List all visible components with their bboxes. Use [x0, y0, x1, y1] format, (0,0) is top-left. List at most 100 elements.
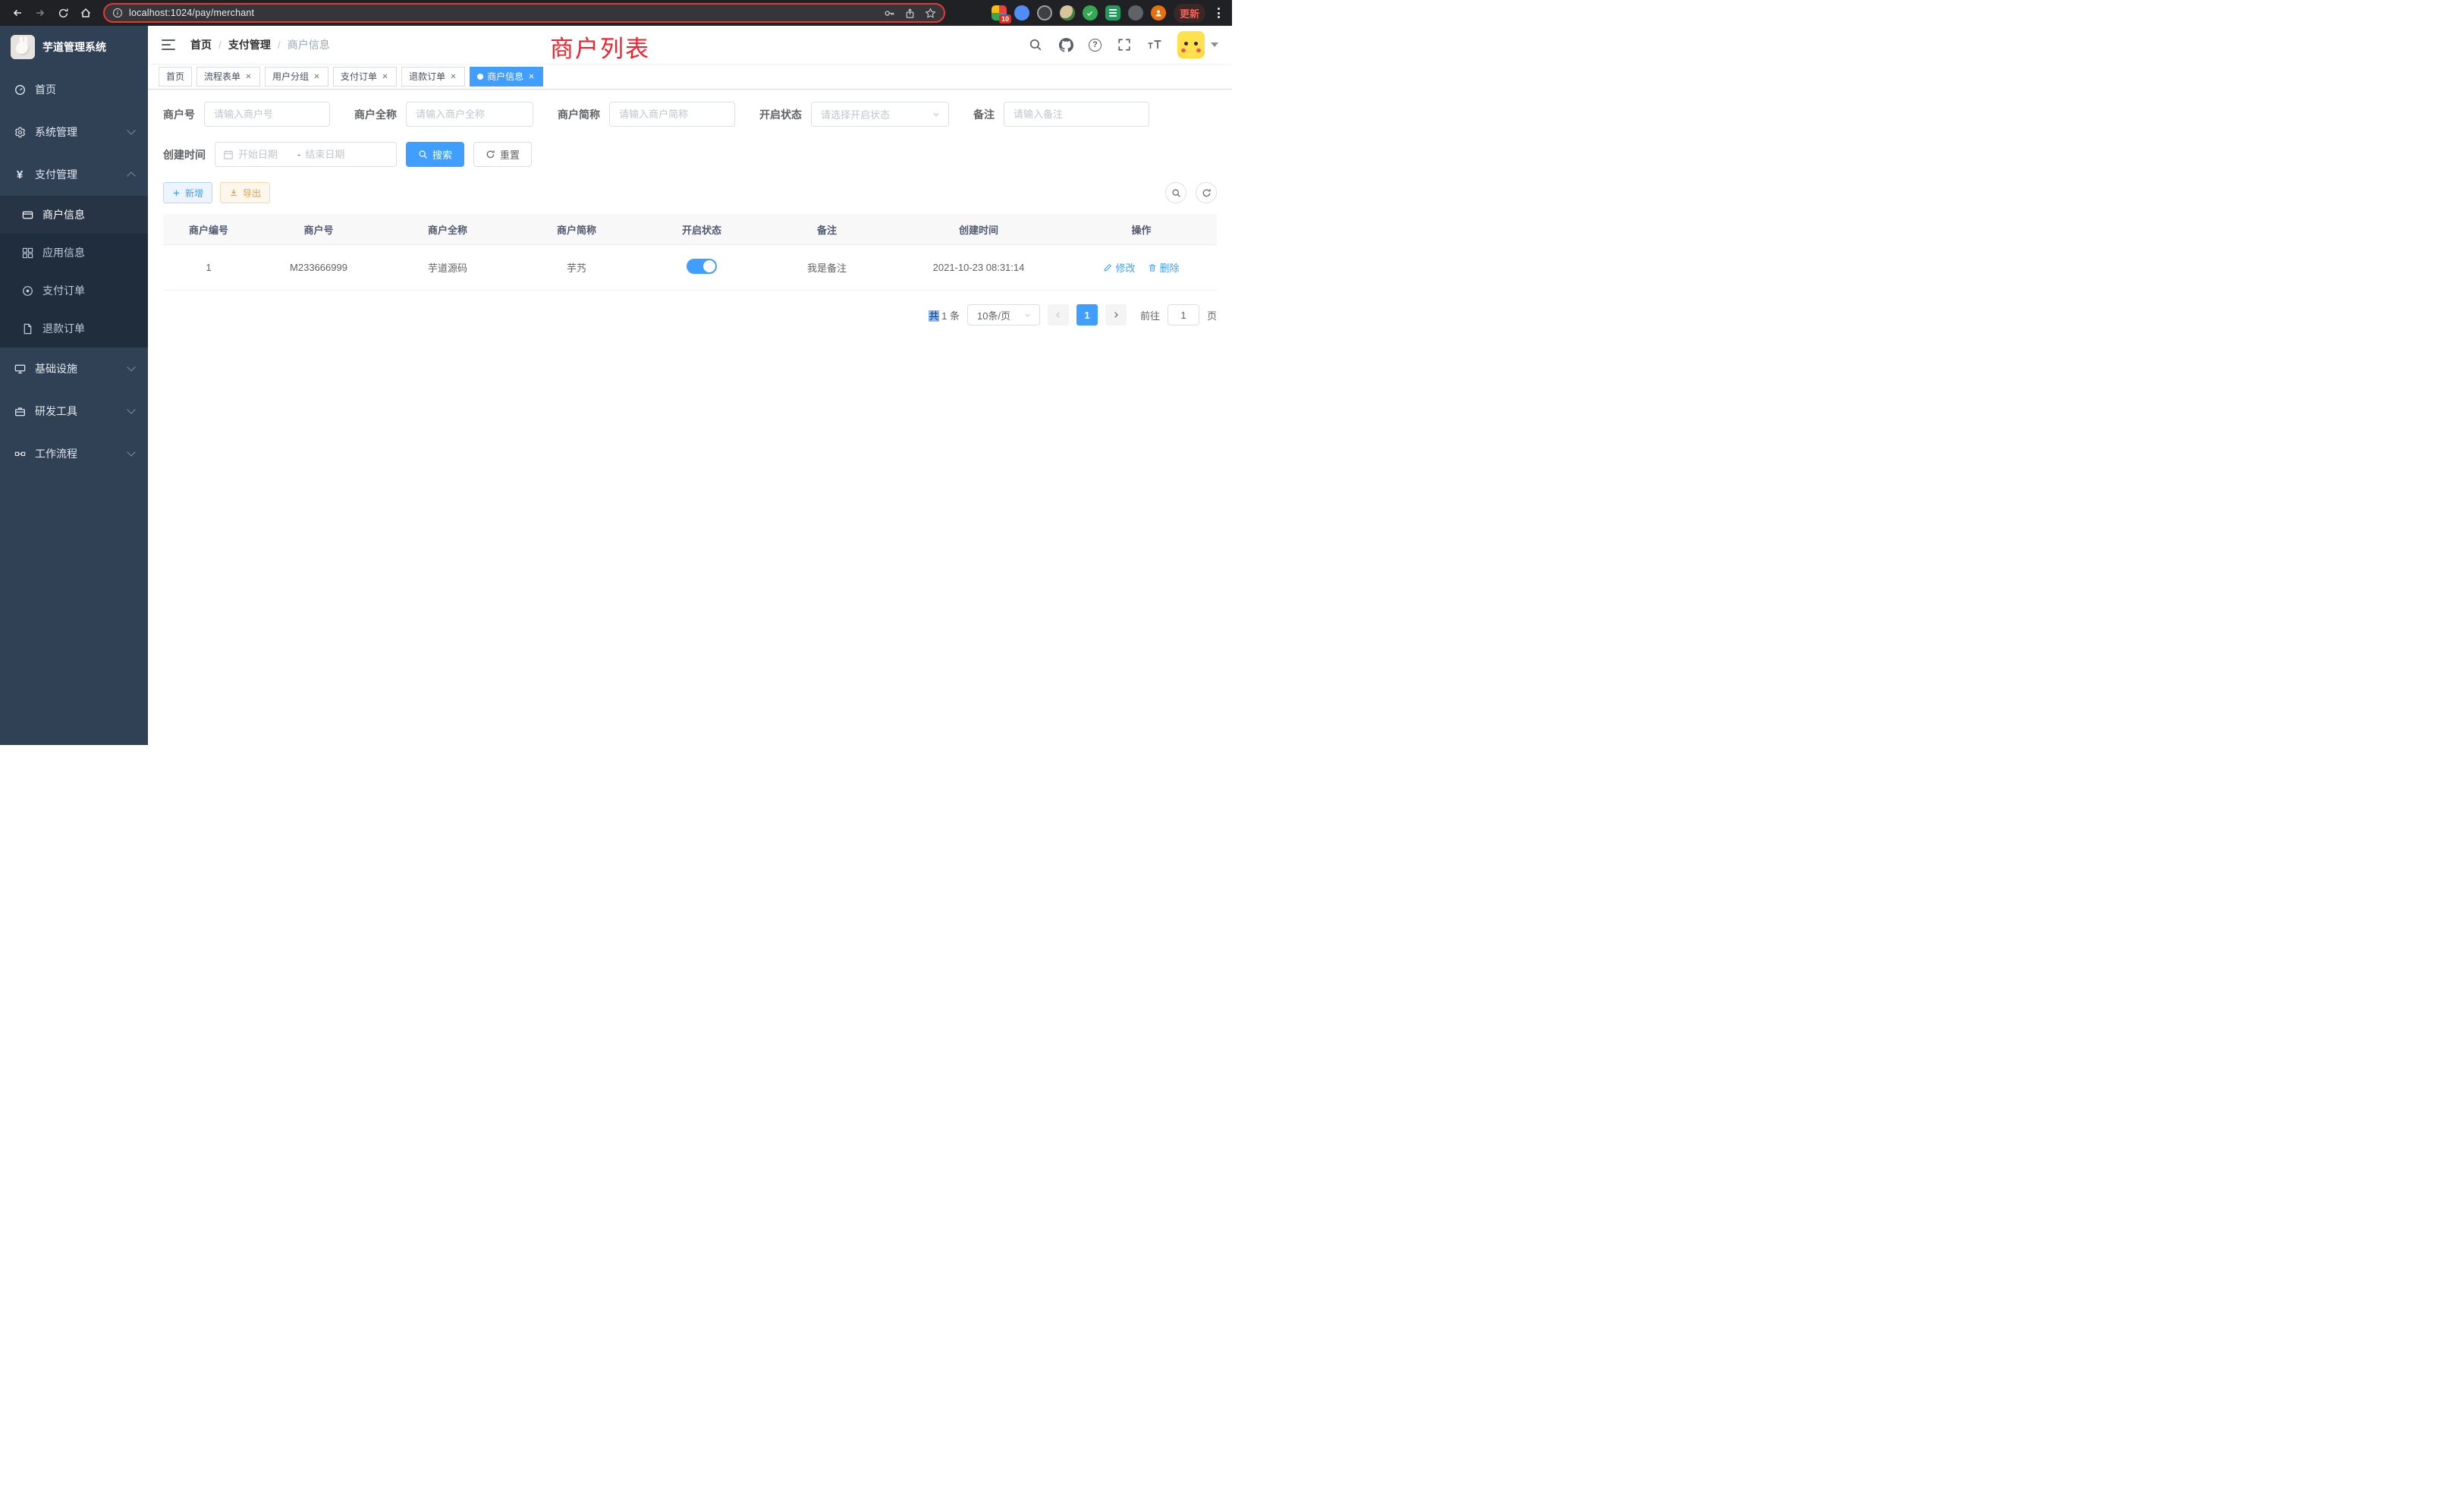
tab-merchant-info[interactable]: 商户信息 — [470, 67, 543, 86]
calendar-icon — [223, 149, 234, 160]
browser-update-button[interactable]: 更新 — [1174, 4, 1205, 23]
extension-colors-icon[interactable]: 10 — [992, 5, 1007, 20]
chevron-down-icon — [127, 363, 135, 371]
close-icon[interactable] — [313, 72, 321, 80]
page-size-select[interactable]: 10条/页 — [967, 304, 1040, 325]
toggle-search-button[interactable] — [1165, 182, 1186, 203]
sidebar-item-label: 支付管理 — [35, 167, 77, 182]
next-page-button[interactable] — [1105, 304, 1127, 325]
col-header: 开启状态 — [641, 214, 762, 244]
delete-link[interactable]: 删除 — [1148, 260, 1180, 275]
tab-pay-order[interactable]: 支付订单 — [333, 67, 397, 86]
refresh-icon — [1202, 188, 1212, 198]
fullscreen-icon[interactable] — [1117, 37, 1132, 52]
sidebar-item-label: 商户信息 — [42, 207, 85, 222]
close-icon[interactable] — [381, 72, 389, 80]
tab-flow-form[interactable]: 流程表单 — [196, 67, 260, 86]
bookmark-star-icon[interactable] — [925, 8, 936, 19]
sidebar-item-app[interactable]: 应用信息 — [0, 234, 148, 272]
sidebar-item-dev[interactable]: 研发工具 — [0, 390, 148, 432]
breadcrumb-separator: / — [278, 39, 281, 51]
export-button[interactable]: 导出 — [220, 182, 270, 203]
close-icon[interactable] — [527, 72, 536, 80]
goto-page-input[interactable] — [1168, 304, 1199, 325]
address-bar[interactable]: localhost:1024/pay/merchant — [103, 3, 945, 23]
tab-home[interactable]: 首页 — [159, 67, 192, 86]
monitor-icon — [14, 363, 26, 375]
status-toggle[interactable] — [687, 259, 717, 274]
browser-menu-icon[interactable] — [1213, 5, 1224, 21]
breadcrumb-pay[interactable]: 支付管理 — [228, 37, 271, 52]
sidebar-item-home[interactable]: 首页 — [0, 68, 148, 111]
sidebar-item-refund[interactable]: 退款订单 — [0, 310, 148, 347]
close-icon[interactable] — [449, 72, 457, 80]
back-button[interactable] — [8, 3, 27, 23]
remark-input[interactable] — [1004, 102, 1149, 127]
tab-label: 流程表单 — [204, 70, 240, 83]
hamburger-icon[interactable] — [162, 36, 178, 53]
sidebar-item-infra[interactable]: 基础设施 — [0, 347, 148, 390]
date-separator: - — [297, 149, 300, 160]
cell-short-name: 芋艿 — [512, 260, 641, 275]
extension-avatar-icon[interactable] — [1060, 5, 1075, 20]
reload-button[interactable] — [53, 3, 73, 23]
delete-icon — [1148, 263, 1157, 272]
extension-dark-icon[interactable] — [1037, 5, 1052, 20]
extension-drop-icon[interactable] — [1014, 5, 1029, 20]
sidebar-item-workflow[interactable]: 工作流程 — [0, 432, 148, 475]
search-button[interactable]: 搜索 — [406, 142, 464, 167]
screen: localhost:1024/pay/merchant 10 — [0, 0, 1232, 745]
close-icon[interactable] — [244, 72, 253, 80]
sidebar-item-pay[interactable]: ¥ 支付管理 — [0, 153, 148, 196]
col-header: 操作 — [1066, 214, 1217, 244]
sidebar-submenu-pay: 商户信息 应用信息 支付订单 — [0, 196, 148, 347]
cell-create-time: 2021-10-23 08:31:14 — [891, 262, 1066, 273]
user-avatar[interactable] — [1177, 31, 1218, 58]
sidebar-item-merchant[interactable]: 商户信息 — [0, 196, 148, 234]
github-icon[interactable] — [1058, 37, 1073, 52]
top-navbar: 首页 / 支付管理 / 商户信息 商户列表 ? — [148, 26, 1232, 64]
short-name-input[interactable] — [609, 102, 735, 127]
search-icon — [1171, 188, 1181, 198]
search-icon[interactable] — [1028, 37, 1043, 52]
extension-note-icon[interactable] — [1105, 5, 1120, 20]
help-icon[interactable]: ? — [1089, 39, 1102, 52]
col-header: 商户全称 — [383, 214, 512, 244]
create-time-label: 创建时间 — [163, 147, 206, 162]
edit-link[interactable]: 修改 — [1103, 260, 1135, 275]
forward-button[interactable] — [30, 3, 50, 23]
document-icon — [21, 322, 33, 335]
date-end-input[interactable] — [305, 149, 360, 160]
breadcrumb-home[interactable]: 首页 — [190, 37, 212, 52]
page-number-button[interactable]: 1 — [1076, 304, 1098, 325]
status-select[interactable]: 请选择开启状态 — [811, 102, 949, 127]
annotation-text: 商户列表 — [550, 30, 650, 64]
date-start-input[interactable] — [238, 149, 293, 160]
sidebar-item-order[interactable]: 支付订单 — [0, 272, 148, 310]
home-button[interactable] — [76, 3, 96, 23]
add-button[interactable]: 新增 — [163, 182, 212, 203]
app-title: 芋道管理系统 — [42, 39, 106, 55]
breadcrumb-current: 商户信息 — [288, 37, 330, 52]
home-icon — [80, 7, 92, 19]
extension-check-icon[interactable] — [1083, 5, 1098, 20]
create-time-range-picker[interactable]: - — [215, 142, 397, 167]
tab-refund-order[interactable]: 退款订单 — [401, 67, 465, 86]
reset-button[interactable]: 重置 — [473, 142, 532, 167]
merchant-no-input[interactable] — [204, 102, 330, 127]
cell-remark: 我是备注 — [762, 260, 891, 275]
password-key-icon[interactable] — [884, 8, 895, 19]
refresh-table-button[interactable] — [1196, 182, 1217, 203]
tab-dot — [477, 74, 483, 80]
app-logo[interactable]: 芋道管理系统 — [0, 26, 148, 68]
page-size-value: 10条/页 — [977, 308, 1010, 322]
extension-profile-icon[interactable] — [1151, 5, 1166, 20]
sidebar-item-system[interactable]: 系统管理 — [0, 111, 148, 153]
extension-puzzle-icon[interactable] — [1128, 5, 1143, 20]
full-name-input[interactable] — [406, 102, 533, 127]
tab-user-group[interactable]: 用户分组 — [265, 67, 328, 86]
font-size-icon[interactable] — [1147, 37, 1162, 52]
share-icon[interactable] — [904, 8, 916, 19]
prev-page-button[interactable] — [1048, 304, 1069, 325]
table-header-row: 商户编号 商户号 商户全称 商户简称 开启状态 备注 创建时间 操作 — [163, 214, 1217, 244]
